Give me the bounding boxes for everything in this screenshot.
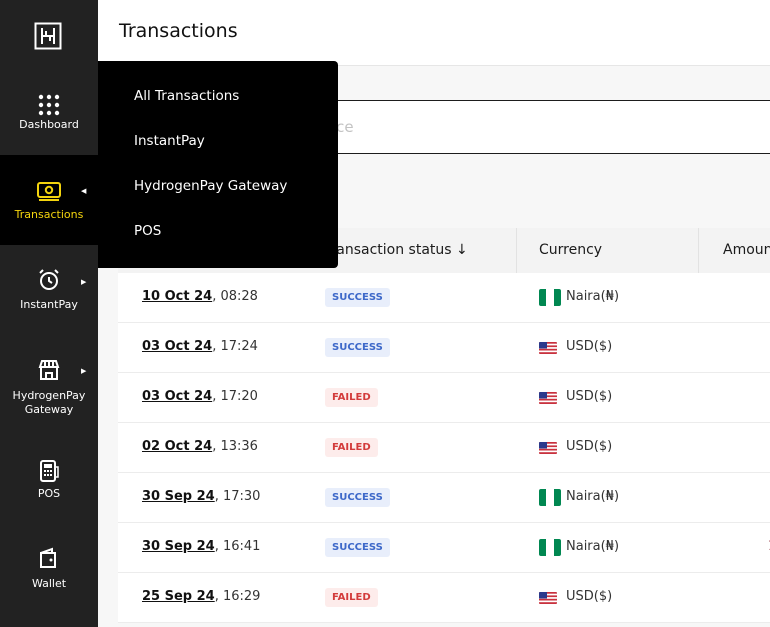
page-title: Transactions	[119, 20, 238, 42]
menu-item-hydrogenpay-gateway[interactable]: HydrogenPay Gateway	[134, 178, 287, 194]
banknote-icon	[37, 182, 61, 201]
date-cell: 02 Oct 24, 13:36	[142, 439, 258, 454]
date-cell: 10 Oct 24, 08:28	[142, 289, 258, 304]
table-row[interactable]: 30 Sep 24, 17:30 SUCCESS Naira(₦)	[118, 473, 770, 523]
column-divider	[516, 228, 517, 273]
us-flag-icon	[539, 442, 557, 454]
date-link[interactable]: 10 Oct 24	[142, 289, 212, 304]
nigeria-flag-icon	[539, 539, 561, 556]
table-row[interactable]: 03 Oct 24, 17:24 SUCCESS USD($)	[118, 323, 770, 373]
hydrogen-logo-icon[interactable]	[34, 22, 62, 50]
currency-cell: USD($)	[566, 439, 613, 454]
sidebar-item-label: Wallet	[31, 577, 67, 590]
nigeria-flag-icon	[539, 489, 561, 506]
status-badge: FAILED	[325, 388, 378, 407]
nigeria-flag-icon	[539, 289, 561, 306]
table-row[interactable]: 03 Oct 24, 17:20 FAILED USD($)	[118, 373, 770, 423]
dots-grid-icon	[38, 94, 60, 116]
status-badge: SUCCESS	[325, 288, 390, 307]
date-cell: 30 Sep 24, 17:30	[142, 489, 261, 504]
sidebar-item-label: Transactions	[14, 208, 84, 221]
sidebar-item-transactions[interactable]: ◀ Transactions	[0, 155, 98, 245]
table-row[interactable]: 30 Sep 24, 16:41 SUCCESS Naira(₦) 1	[118, 523, 770, 573]
sidebar: Dashboard ◀ Transactions ▶ InstantPay ▶ …	[0, 0, 98, 627]
sidebar-item-pos[interactable]: POS	[0, 425, 98, 515]
pos-terminal-icon	[40, 460, 59, 482]
menu-item-pos[interactable]: POS	[134, 223, 161, 239]
sidebar-item-label: Dashboard	[19, 118, 79, 131]
date-link[interactable]: 30 Sep 24	[142, 489, 215, 504]
table-row[interactable]: 25 Sep 24, 16:29 FAILED USD($)	[118, 573, 770, 623]
column-header-status[interactable]: Transaction status ↓	[324, 228, 468, 273]
sidebar-item-label: InstantPay	[20, 298, 78, 311]
date-cell: 25 Sep 24, 16:29	[142, 589, 261, 604]
date-link[interactable]: 30 Sep 24	[142, 539, 215, 554]
status-badge: FAILED	[325, 588, 378, 607]
us-flag-icon	[539, 592, 557, 604]
caret-left-icon: ◀	[81, 187, 87, 195]
sidebar-item-label: POS	[37, 487, 61, 500]
us-flag-icon	[539, 392, 557, 404]
status-badge: SUCCESS	[325, 488, 390, 507]
status-badge: FAILED	[325, 438, 378, 457]
top-bar: Transactions	[98, 0, 770, 66]
currency-cell: Naira(₦)	[566, 539, 620, 554]
date-cell: 03 Oct 24, 17:24	[142, 339, 258, 354]
currency-cell: USD($)	[566, 389, 613, 404]
us-flag-icon	[539, 342, 557, 354]
column-divider	[698, 228, 699, 273]
currency-cell: USD($)	[566, 589, 613, 604]
arrow-down-icon: ↓	[456, 242, 468, 258]
caret-right-icon: ▶	[81, 367, 87, 375]
sidebar-item-instantpay[interactable]: ▶ InstantPay	[0, 245, 98, 335]
transactions-flyout-menu: All Transactions InstantPay HydrogenPay …	[98, 61, 338, 268]
alarm-clock-icon	[39, 269, 59, 290]
menu-item-all-transactions[interactable]: All Transactions	[134, 88, 239, 104]
sidebar-item-label: HydrogenPay Gateway	[12, 389, 86, 416]
column-header-currency[interactable]: Currency	[539, 228, 602, 273]
date-link[interactable]: 03 Oct 24	[142, 339, 212, 354]
table-row[interactable]: 02 Oct 24, 13:36 FAILED USD($)	[118, 423, 770, 473]
column-header-amount[interactable]: Amount	[723, 228, 770, 273]
status-badge: SUCCESS	[325, 338, 390, 357]
sidebar-item-wallet[interactable]: Wallet	[0, 515, 98, 605]
date-link[interactable]: 03 Oct 24	[142, 389, 212, 404]
sidebar-item-hydrogenpay-gateway[interactable]: ▶ HydrogenPay Gateway	[0, 335, 98, 425]
storefront-icon	[38, 360, 60, 380]
date-link[interactable]: 02 Oct 24	[142, 439, 212, 454]
currency-cell: Naira(₦)	[566, 489, 620, 504]
date-link[interactable]: 25 Sep 24	[142, 589, 215, 604]
sidebar-item-dashboard[interactable]: Dashboard	[0, 66, 98, 156]
currency-cell: Naira(₦)	[566, 289, 620, 304]
date-cell: 30 Sep 24, 16:41	[142, 539, 261, 554]
menu-item-instantpay[interactable]: InstantPay	[134, 133, 205, 149]
currency-cell: USD($)	[566, 339, 613, 354]
date-cell: 03 Oct 24, 17:20	[142, 389, 258, 404]
status-badge: SUCCESS	[325, 538, 390, 557]
table-row[interactable]: 10 Oct 24, 08:28 SUCCESS Naira(₦)	[118, 273, 770, 323]
caret-right-icon: ▶	[81, 278, 87, 286]
wallet-icon	[40, 547, 56, 568]
